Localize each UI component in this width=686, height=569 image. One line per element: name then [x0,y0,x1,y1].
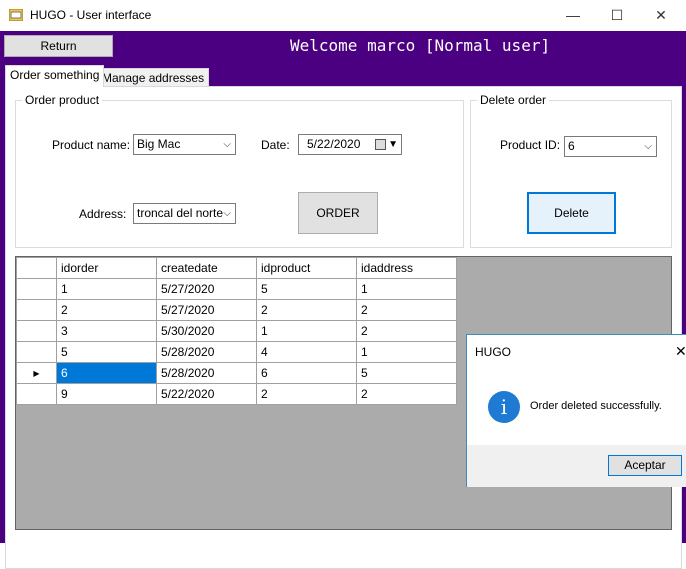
date-label: Date: [261,138,290,152]
accept-button[interactable]: Aceptar [608,455,682,476]
cell-createdate[interactable]: 5/30/2020 [156,320,257,342]
close-button[interactable]: ✕ [638,0,684,31]
product-name-combo[interactable]: Big Mac ⌵ [133,134,236,155]
address-value: troncal del norte [137,206,224,220]
delete-order-group: Delete order Product ID: 6 ⌵ Delete [470,93,672,248]
row-header[interactable] [16,320,57,342]
cell-idorder[interactable]: 2 [56,299,157,321]
table-row-current[interactable]: ▶ 6 5/28/2020 6 5 [16,362,457,384]
return-button[interactable]: Return [4,35,113,57]
window-title: HUGO - User interface [30,8,152,22]
cell-idorder-selected[interactable]: 6 [56,362,157,384]
cell-idproduct[interactable]: 2 [256,299,357,321]
welcome-text: Welcome marco [Normal user] [290,36,551,55]
cell-idorder[interactable]: 3 [56,320,157,342]
cell-createdate[interactable]: 5/28/2020 [156,341,257,363]
product-id-value: 6 [568,139,575,153]
orders-table: idorder createdate idproduct idaddress 1… [16,257,457,405]
cell-idorder[interactable]: 9 [56,383,157,405]
title-bar: HUGO - User interface — ☐ ✕ [0,0,686,31]
cell-idproduct[interactable]: 6 [256,362,357,384]
product-name-value: Big Mac [137,137,181,151]
minimize-button[interactable]: — [550,0,596,31]
dialog-title: HUGO [475,345,511,359]
order-button[interactable]: ORDER [298,192,378,234]
date-picker[interactable]: 5/22/2020 ▼ [298,134,402,155]
cell-idaddress[interactable]: 2 [356,320,457,342]
cell-idorder[interactable]: 5 [56,341,157,363]
table-row[interactable]: 3 5/30/2020 1 2 [16,320,457,342]
cell-idproduct[interactable]: 2 [256,383,357,405]
address-label: Address: [79,207,127,221]
table-row[interactable]: 1 5/27/2020 5 1 [16,278,457,300]
column-header-idaddress[interactable]: idaddress [356,257,457,279]
dropdown-arrow-icon: ⌵ [223,208,231,219]
column-header-idorder[interactable]: idorder [56,257,157,279]
dropdown-arrow-icon: ⌵ [223,139,231,150]
row-header[interactable] [16,341,57,363]
app-icon [9,9,23,21]
row-header[interactable] [16,278,57,300]
product-id-combo[interactable]: 6 ⌵ [564,136,657,157]
cell-idorder[interactable]: 1 [56,278,157,300]
corner-header[interactable] [16,257,57,279]
row-header[interactable] [16,383,57,405]
maximize-button[interactable]: ☐ [594,0,640,31]
dialog-footer: Aceptar [467,445,686,487]
cell-idaddress[interactable]: 1 [356,341,457,363]
tab-order-something[interactable]: Order something [5,65,105,87]
table-header-row: idorder createdate idproduct idaddress [16,257,457,279]
cell-createdate[interactable]: 5/28/2020 [156,362,257,384]
cell-createdate[interactable]: 5/22/2020 [156,383,257,405]
column-header-createdate[interactable]: createdate [156,257,257,279]
dialog-message: Order deleted successfully. [530,400,662,412]
delete-order-title: Delete order [477,93,550,107]
address-combo[interactable]: troncal del norte ⌵ [133,203,236,224]
date-value: 5/22/2020 [307,137,361,151]
tab-manage-addresses[interactable]: Manage addresses [97,68,210,88]
cell-idproduct[interactable]: 4 [256,341,357,363]
cell-createdate[interactable]: 5/27/2020 [156,278,257,300]
cell-idproduct[interactable]: 5 [256,278,357,300]
product-name-label: Product name: [52,138,131,152]
cell-idproduct[interactable]: 1 [256,320,357,342]
info-icon: i [488,391,520,423]
message-dialog: HUGO ✕ i Order deleted successfully. Ace… [466,334,686,487]
product-id-label: Product ID: [500,138,561,152]
cell-idaddress[interactable]: 2 [356,383,457,405]
order-product-title: Order product [22,93,103,107]
cell-idaddress[interactable]: 5 [356,362,457,384]
order-product-group: Order product Product name: Big Mac ⌵ Da… [15,93,464,248]
table-row[interactable]: 2 5/27/2020 2 2 [16,299,457,321]
cell-createdate[interactable]: 5/27/2020 [156,299,257,321]
cell-idaddress[interactable]: 2 [356,299,457,321]
delete-button[interactable]: Delete [527,192,616,234]
dropdown-arrow-icon: ⌵ [644,141,652,152]
calendar-icon[interactable] [375,139,386,150]
row-header[interactable] [16,299,57,321]
cell-idaddress[interactable]: 1 [356,278,457,300]
table-row[interactable]: 5 5/28/2020 4 1 [16,341,457,363]
column-header-idproduct[interactable]: idproduct [256,257,357,279]
dropdown-arrow-icon[interactable]: ▼ [388,135,398,154]
current-row-indicator-icon[interactable]: ▶ [16,362,57,384]
close-icon[interactable]: ✕ [675,343,686,360]
table-row[interactable]: 9 5/22/2020 2 2 [16,383,457,405]
